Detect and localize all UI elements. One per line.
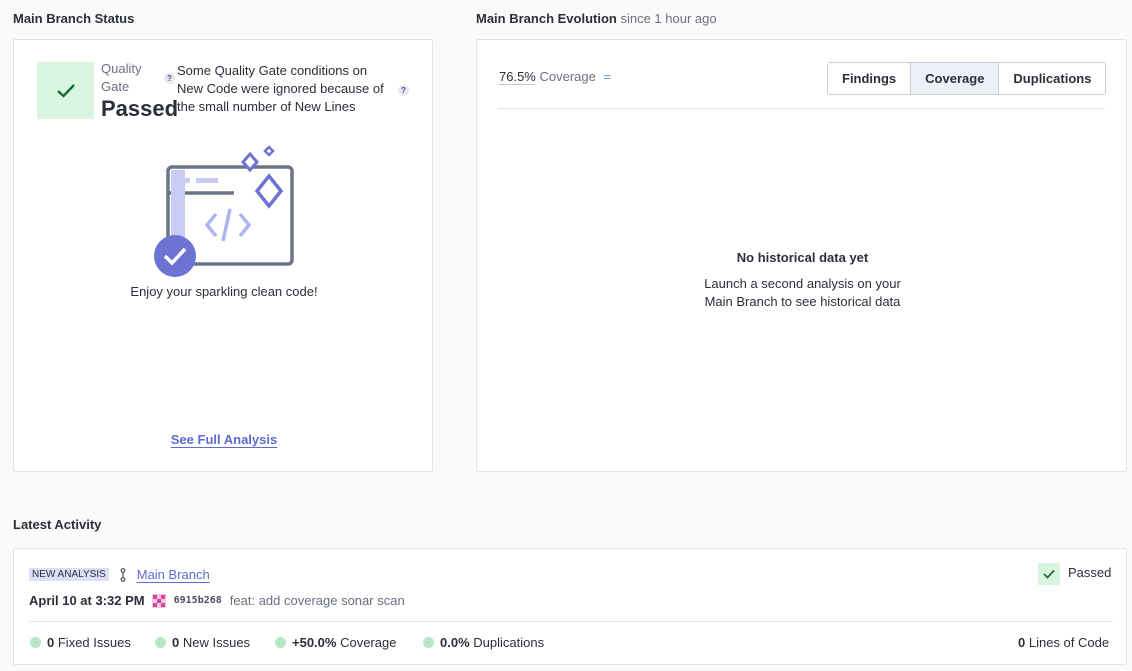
evolution-since: since 1 hour ago — [620, 11, 717, 26]
branch-link[interactable]: Main Branch — [137, 567, 210, 582]
quality-gate-status: Passed — [101, 96, 179, 121]
clean-code-illustration — [154, 145, 294, 277]
no-history-line-1: Launch a second analysis on your — [704, 276, 901, 291]
note-help-icon[interactable]: ? — [398, 85, 409, 96]
status-dot-icon — [155, 637, 166, 648]
status-section-title: Main Branch Status — [13, 11, 135, 26]
new-analysis-badge: NEW ANALYSIS — [29, 568, 109, 581]
clean-code-message: Enjoy your sparkling clean code! — [130, 284, 318, 299]
quality-gate-passed-badge — [37, 62, 94, 119]
status-card: Quality Gate ? Passed Some Quality Gate … — [13, 39, 433, 472]
no-history-message: Launch a second analysis on your Main Br… — [477, 275, 1128, 311]
metric-coverage[interactable]: +50.0% Coverage — [275, 635, 396, 650]
commit-row: April 10 at 3:32 PM 6915b268 feat: add c… — [29, 593, 405, 608]
activity-status: Passed — [1068, 565, 1112, 580]
metric-duplications[interactable]: 0.0% Duplications — [423, 635, 544, 650]
metric-lines-of-code: 0 Lines of Code — [1018, 635, 1110, 650]
see-full-analysis-container: See Full Analysis — [14, 432, 434, 447]
status-dot-icon — [275, 637, 286, 648]
status-dot-icon — [30, 637, 41, 648]
check-icon — [56, 83, 75, 98]
activity-header: NEW ANALYSIS Main Branch — [29, 567, 210, 582]
commit-message: feat: add coverage sonar scan — [229, 593, 405, 608]
coverage-value-link[interactable]: 76.5% — [499, 69, 536, 84]
commit-hash[interactable]: 6915b268 — [174, 595, 222, 606]
see-full-analysis-link[interactable]: See Full Analysis — [171, 432, 277, 447]
tab-coverage[interactable]: Coverage — [910, 63, 999, 94]
evolution-title: Main Branch Evolution — [476, 11, 617, 26]
evolution-tabs: Findings Coverage Duplications — [827, 62, 1107, 95]
coverage-label: Coverage — [539, 69, 596, 84]
commit-avatar-icon — [151, 593, 166, 608]
evolution-section-title: Main Branch Evolution since 1 hour ago — [476, 11, 717, 26]
quality-gate-label: Quality Gate — [101, 61, 142, 94]
equals-icon: = — [603, 69, 612, 84]
analysis-date: April 10 at 3:32 PM — [29, 593, 145, 608]
check-icon — [1043, 569, 1055, 579]
tab-duplications[interactable]: Duplications — [998, 63, 1106, 94]
no-history-line-2: Main Branch to see historical data — [704, 294, 901, 309]
status-dot-icon — [423, 637, 434, 648]
evolution-card: 76.5% Coverage = Findings Coverage Dupli… — [476, 39, 1127, 472]
activity-section-title: Latest Activity — [13, 517, 102, 532]
metric-new-issues[interactable]: 0 New Issues — [155, 635, 250, 650]
evolution-divider — [498, 108, 1105, 109]
coverage-summary: 76.5% Coverage = — [499, 69, 611, 84]
metric-fixed-issues[interactable]: 0 Fixed Issues — [30, 635, 131, 650]
activity-card: NEW ANALYSIS Main Branch Passed April 10… — [13, 548, 1127, 665]
branch-icon — [120, 567, 126, 582]
activity-passed-badge — [1038, 563, 1060, 585]
activity-divider — [29, 621, 1113, 622]
quality-gate-note: Some Quality Gate conditions on New Code… — [177, 63, 384, 114]
tab-findings[interactable]: Findings — [828, 63, 911, 94]
quality-gate-help-icon[interactable]: ? — [164, 73, 175, 84]
no-history-title: No historical data yet — [736, 250, 869, 265]
